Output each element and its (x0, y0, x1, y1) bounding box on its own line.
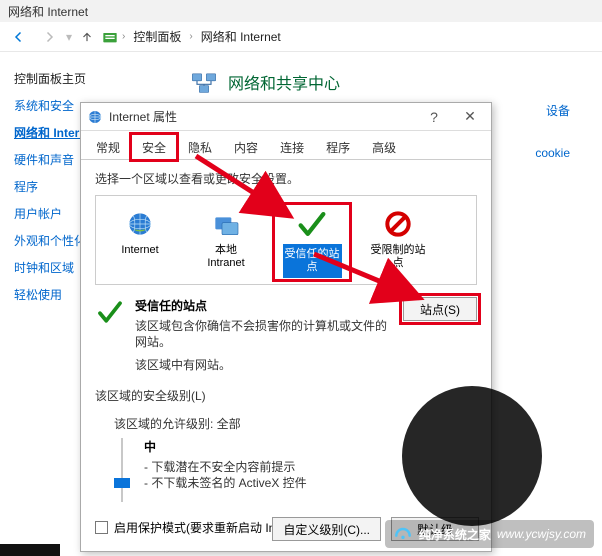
watermark-text: 纯净系统之家 (419, 526, 491, 543)
window-title: 网络和 Internet (0, 0, 602, 22)
checkmark-icon (95, 297, 125, 327)
sites-button[interactable]: 站点(S) (403, 297, 477, 321)
zone-label: 受信任的站 点 (283, 244, 342, 278)
background-graphic (402, 386, 542, 526)
dialog-close-button[interactable]: ✕ (455, 107, 485, 127)
custom-level-button[interactable]: 自定义级别(C)... (272, 517, 381, 541)
security-level-title: 该区域的安全级别(L) (95, 387, 477, 404)
tab-advanced[interactable]: 高级 (361, 134, 407, 160)
breadcrumb-current[interactable]: 网络和 Internet (197, 26, 285, 47)
dialog-title: Internet 属性 (109, 108, 413, 125)
network-center-icon (190, 68, 218, 96)
right-link-cookie[interactable]: cookie (535, 146, 570, 160)
tab-security[interactable]: 安全 (131, 134, 177, 160)
dialog-titlebar: Internet 属性 ? ✕ (81, 103, 491, 131)
zone-selector: Internet 本地 Intranet 受信任的站 点 受限制的站 点 (95, 195, 477, 285)
intranet-icon (210, 208, 242, 240)
zone-label: 受限制的站 点 (371, 244, 426, 270)
tab-general[interactable]: 常规 (85, 134, 131, 160)
tab-connections[interactable]: 连接 (269, 134, 315, 160)
folder-icon (102, 29, 118, 45)
slider-thumb[interactable] (114, 478, 130, 488)
zone-local-intranet[interactable]: 本地 Intranet (190, 206, 262, 278)
zone-detail: 受信任的站点 该区域包含你确信不会损害你的计算机或文件的网站。 该区域中有网站。… (95, 297, 477, 373)
zone-label: 本地 Intranet (207, 244, 244, 270)
nav-back-button[interactable] (6, 24, 32, 50)
nav-up-button[interactable] (76, 26, 98, 48)
navbar: ▾ › 控制面板 › 网络和 Internet (0, 22, 602, 52)
side-nav-heading: 控制面板主页 (14, 70, 100, 87)
tab-programs[interactable]: 程序 (315, 134, 361, 160)
right-link-devices[interactable]: 设备 (546, 102, 570, 119)
dialog-help-button[interactable]: ? (419, 107, 449, 127)
security-level-slider[interactable] (114, 438, 130, 502)
crumb-arrow-icon: › (122, 31, 125, 42)
watermark: 纯净系统之家 www.ycwjsy.com (385, 520, 594, 548)
zone-internet[interactable]: Internet (104, 206, 176, 278)
nav-dropdown-icon[interactable]: ▾ (66, 30, 72, 44)
crumb-arrow-icon: › (189, 31, 192, 42)
watermark-url: www.ycwjsy.com (497, 527, 586, 541)
breadcrumb-root[interactable]: 控制面板 (129, 26, 185, 47)
zone-detail-title: 受信任的站点 (135, 297, 393, 314)
tab-privacy[interactable]: 隐私 (177, 134, 223, 160)
taskbar-fragment (0, 544, 60, 556)
tab-content[interactable]: 内容 (223, 134, 269, 160)
watermark-logo-icon (393, 524, 413, 544)
zone-trusted-sites[interactable]: 受信任的站 点 (276, 206, 348, 278)
nav-forward-button[interactable] (36, 24, 62, 50)
zone-restricted-sites[interactable]: 受限制的站 点 (362, 206, 434, 278)
globe-icon (124, 208, 156, 240)
protected-mode-checkbox[interactable] (95, 521, 108, 534)
zone-label: Internet (121, 244, 158, 257)
zone-detail-desc: 该区域包含你确信不会损害你的计算机或文件的网站。 (135, 318, 393, 350)
dialog-tabs: 常规 安全 隐私 内容 连接 程序 高级 (81, 131, 491, 160)
internet-options-icon (87, 109, 103, 125)
prohibited-icon (382, 208, 414, 240)
category-title[interactable]: 网络和共享中心 (228, 70, 340, 94)
zone-hint: 选择一个区域以查看或更改安全设置。 (95, 170, 477, 187)
checkmark-icon (295, 207, 329, 241)
category-header: 网络和共享中心 (190, 68, 340, 96)
zone-detail-sub: 该区域中有网站。 (135, 356, 393, 373)
